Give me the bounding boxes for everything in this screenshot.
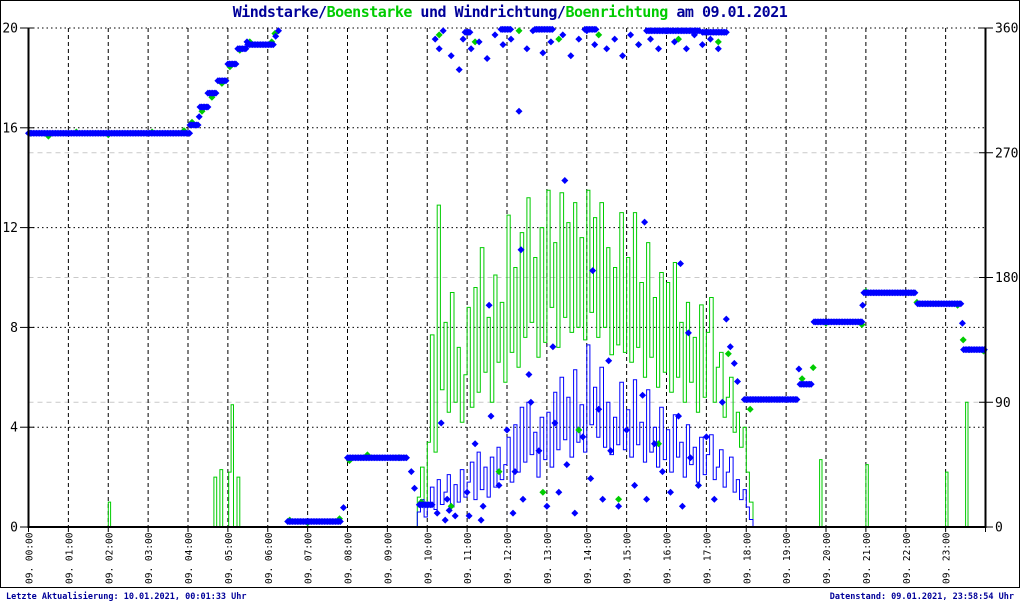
- svg-text:20: 20: [2, 22, 18, 37]
- svg-text:4: 4: [10, 421, 18, 436]
- svg-text:09. 22:00: 09. 22:00: [902, 532, 913, 584]
- svg-text:270: 270: [995, 146, 1018, 161]
- data-timestamp-text: Datenstand: 09.01.2021, 23:58:54 Uhr: [829, 592, 1014, 602]
- svg-text:09. 11:00: 09. 11:00: [463, 532, 474, 584]
- svg-text:09. 18:00: 09. 18:00: [742, 532, 753, 584]
- svg-text:09. 00:00: 09. 00:00: [25, 532, 36, 584]
- svg-text:09. 16:00: 09. 16:00: [663, 532, 674, 584]
- svg-text:09. 03:00: 09. 03:00: [144, 532, 155, 584]
- svg-text:09. 20:00: 09. 20:00: [822, 532, 833, 584]
- svg-text:180: 180: [995, 271, 1018, 286]
- svg-text:09. 12:00: 09. 12:00: [503, 532, 514, 584]
- svg-text:8: 8: [10, 321, 18, 336]
- svg-text:90: 90: [995, 396, 1011, 411]
- last-update-text: Letzte Aktualisierung: 10.01.2021, 00:01…: [6, 592, 247, 602]
- svg-text:09. 02:00: 09. 02:00: [104, 532, 115, 584]
- svg-text:09. 04:00: 09. 04:00: [184, 532, 195, 584]
- svg-text:09. 19:00: 09. 19:00: [782, 532, 793, 584]
- svg-text:09. 05:00: 09. 05:00: [224, 532, 235, 584]
- svg-text:09. 17:00: 09. 17:00: [702, 532, 713, 584]
- svg-text:09. 06:00: 09. 06:00: [264, 532, 275, 584]
- svg-text:16: 16: [2, 121, 18, 136]
- svg-text:09. 15:00: 09. 15:00: [623, 532, 634, 584]
- svg-text:09. 10:00: 09. 10:00: [423, 532, 434, 584]
- svg-text:12: 12: [2, 221, 18, 236]
- svg-text:0: 0: [995, 521, 1003, 536]
- svg-text:0: 0: [10, 521, 18, 536]
- svg-text:09. 21:00: 09. 21:00: [862, 532, 873, 584]
- svg-text:09. 13:00: 09. 13:00: [543, 532, 554, 584]
- svg-text:09. 01:00: 09. 01:00: [64, 532, 75, 584]
- svg-text:09. 07:00: 09. 07:00: [304, 532, 315, 584]
- status-bar: Letzte Aktualisierung: 10.01.2021, 00:01…: [0, 587, 1020, 606]
- svg-text:09. 23:00: 09. 23:00: [942, 532, 953, 584]
- svg-text:09. 09:00: 09. 09:00: [383, 532, 394, 584]
- svg-text:09. 08:00: 09. 08:00: [344, 532, 355, 584]
- svg-text:360: 360: [995, 22, 1018, 37]
- svg-text:09. 14:00: 09. 14:00: [583, 532, 594, 584]
- chart-plot: 0 4 8 12 16 20 0 90 180 270 360 09. 00:00 09. 01:00 0…: [2, 22, 1018, 585]
